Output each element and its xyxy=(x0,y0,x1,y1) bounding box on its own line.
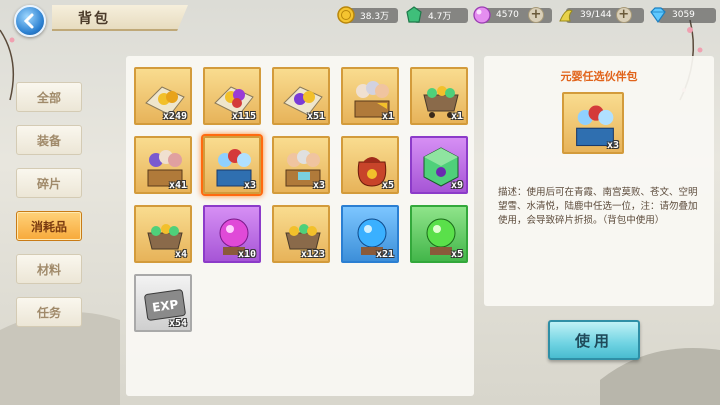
category-tabs: 全部 装备 碎片 消耗品 材料 任务 xyxy=(16,82,82,340)
inventory-grid: x249 x115 x51 x1 x1 x41 x3 x3 x5 x9 x4 x… xyxy=(126,56,474,396)
item-slot[interactable]: x3 xyxy=(272,136,330,194)
item-slot[interactable]: EXP x54 xyxy=(134,274,192,332)
back-arrow-icon xyxy=(23,13,34,29)
tab-fragments-label: 碎片 xyxy=(36,176,61,191)
item-slot[interactable]: x5 xyxy=(341,136,399,194)
item-count: x123 xyxy=(300,249,325,260)
stamina-icon xyxy=(559,9,573,22)
tab-equipment-label: 装备 xyxy=(36,133,61,148)
use-button-label: 使用 xyxy=(574,331,613,350)
pink-orb-icon xyxy=(473,6,491,24)
item-count: x54 xyxy=(168,318,187,329)
item-slot[interactable]: x51 xyxy=(272,67,330,125)
jade-resource: 4.7万 xyxy=(404,5,468,25)
item-slot[interactable]: x9 xyxy=(410,136,468,194)
jade-value: 4.7万 xyxy=(428,11,452,22)
item-detail-panel: 元婴任选伙伴包 x3 描述：使用后可在青霞、南宫莫败、苍文、空明望雪、水清悦，陆… xyxy=(484,56,714,306)
item-slot[interactable]: x249 xyxy=(134,67,192,125)
item-count: x4 xyxy=(174,249,187,260)
tab-consumables-label: 消耗品 xyxy=(30,219,67,234)
gold-value: 38.3万 xyxy=(360,11,390,22)
top-bar: 背包 38.3万 4.7万 4570 + 39/144 + 3059 xyxy=(0,0,720,37)
item-count: x21 xyxy=(375,249,394,260)
detail-description: 描述：使用后可在青霞、南宫莫败、苍文、空明望雪、水清悦，陆鹿中任选一位，注：请勿… xyxy=(498,187,698,226)
item-count: x10 xyxy=(237,249,256,260)
tab-all[interactable]: 全部 xyxy=(16,82,82,112)
title-plate xyxy=(52,5,188,31)
item-count: x115 xyxy=(231,111,256,122)
tab-consumables[interactable]: 消耗品 xyxy=(16,211,82,241)
tab-equipment[interactable]: 装备 xyxy=(16,125,82,155)
item-count: x3 xyxy=(243,180,256,191)
item-slot[interactable]: x1 xyxy=(341,67,399,125)
tab-fragments[interactable]: 碎片 xyxy=(16,168,82,198)
green-gem-icon xyxy=(406,6,422,23)
item-slot-selected[interactable]: x3 xyxy=(203,136,261,194)
diamond-value: 3059 xyxy=(672,10,695,20)
item-count: x5 xyxy=(450,249,463,260)
item-slot[interactable]: x123 xyxy=(272,205,330,263)
add-orb-button[interactable]: + xyxy=(528,7,544,23)
detail-item-count: x3 xyxy=(606,140,619,151)
tab-all-label: 全部 xyxy=(36,90,61,105)
gold-resource: 38.3万 xyxy=(336,5,398,25)
tab-materials-label: 材料 xyxy=(36,262,61,277)
item-slot[interactable]: x1 xyxy=(410,67,468,125)
back-button[interactable] xyxy=(14,5,46,37)
item-slot[interactable]: x5 xyxy=(410,205,468,263)
item-count: x1 xyxy=(450,111,463,122)
orb-value: 4570 xyxy=(496,10,519,20)
item-slot[interactable]: x115 xyxy=(203,67,261,125)
item-count: x249 xyxy=(162,111,187,122)
tab-quests[interactable]: 任务 xyxy=(16,297,82,327)
detail-item-name: 元婴任选伙伴包 xyxy=(560,70,638,83)
detail-item-icon: x3 xyxy=(562,92,624,154)
item-count: x3 xyxy=(312,180,325,191)
stamina-value: 39/144 xyxy=(580,10,612,20)
page-title: 背包 xyxy=(78,11,110,27)
use-button[interactable]: 使用 xyxy=(548,320,640,360)
item-count: x5 xyxy=(381,180,394,191)
item-count: x41 xyxy=(168,180,187,191)
item-count: x9 xyxy=(450,180,463,191)
orb-resource: 4570 + xyxy=(472,5,552,25)
tab-quests-label: 任务 xyxy=(36,305,61,320)
item-slot[interactable]: x10 xyxy=(203,205,261,263)
diamond-icon xyxy=(650,7,666,24)
item-slot[interactable]: x4 xyxy=(134,205,192,263)
stamina-resource: 39/144 + xyxy=(556,5,644,25)
item-slot[interactable]: x21 xyxy=(341,205,399,263)
tab-materials[interactable]: 材料 xyxy=(16,254,82,284)
add-stamina-button[interactable]: + xyxy=(615,7,632,23)
item-slot[interactable]: x41 xyxy=(134,136,192,194)
item-count: x51 xyxy=(306,111,325,122)
item-count: x1 xyxy=(381,111,394,122)
diamond-resource: 3059 xyxy=(648,5,716,25)
gold-coin-icon xyxy=(337,6,355,24)
